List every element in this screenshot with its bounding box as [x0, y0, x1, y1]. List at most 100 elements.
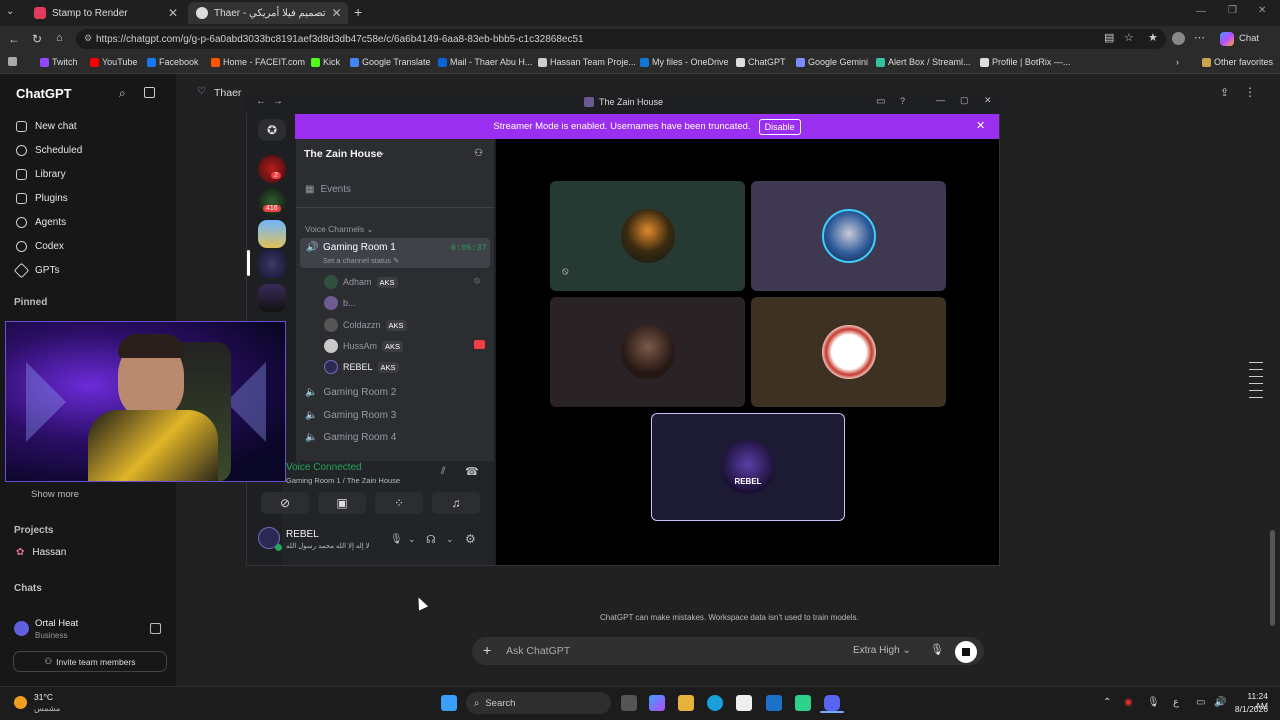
sidebar-toggle-icon[interactable]: [144, 87, 155, 98]
add-attachment-icon[interactable]: +: [483, 642, 491, 658]
server-icon[interactable]: [258, 155, 286, 183]
fav-faceit[interactable]: Home - FACEIT.com: [211, 57, 305, 67]
voice-channel-gaming-room-3[interactable]: 🔈 Gaming Room 3: [305, 410, 396, 421]
server-icon-zain-house[interactable]: [258, 250, 286, 278]
user-name[interactable]: Ortal Heat: [35, 618, 78, 629]
more-icon[interactable]: ⋯: [1194, 31, 1205, 44]
store-icon[interactable]: [736, 695, 752, 711]
copilot-chat-label[interactable]: Chat: [1239, 33, 1259, 44]
server-icon[interactable]: [258, 220, 286, 248]
voice-channel-gaming-room-2[interactable]: 🔈 Gaming Room 2: [305, 387, 396, 398]
user-avatar[interactable]: [14, 621, 29, 636]
voice-member[interactable]: Adham AKS: [324, 275, 398, 289]
voice-member-self[interactable]: REBEL AKS: [324, 360, 399, 374]
discord-close-icon[interactable]: ✕: [984, 95, 992, 106]
fav-gemini[interactable]: Google Gemini: [796, 57, 868, 67]
site-info-icon[interactable]: ⚙: [84, 33, 92, 44]
favorites-bar-icon[interactable]: [8, 57, 17, 66]
more-options-icon[interactable]: ⋮: [1244, 85, 1256, 99]
fav-more-chevron[interactable]: ›: [1176, 57, 1179, 67]
fav-alert-box[interactable]: Alert Box / Streaml...: [876, 57, 971, 67]
fav-botrix[interactable]: Profile | BotRix —...: [980, 57, 1070, 67]
close-tab-icon[interactable]: ✕: [332, 6, 342, 20]
weather-temp[interactable]: 31°C: [34, 692, 53, 702]
close-banner-icon[interactable]: ✕: [976, 119, 985, 132]
share-icon[interactable]: ⇪: [1220, 86, 1229, 99]
participant-tile[interactable]: [751, 297, 946, 407]
voice-location[interactable]: Gaming Room 1 / The Zain House: [286, 476, 400, 485]
other-favorites[interactable]: Other favorites: [1202, 57, 1273, 67]
voice-member[interactable]: Coldazzn AKS: [324, 318, 407, 332]
discord-home-icon[interactable]: ✪: [258, 119, 286, 141]
maximize-icon[interactable]: ❐: [1228, 5, 1237, 16]
search-icon[interactable]: ⌕: [119, 86, 126, 101]
headphones-icon[interactable]: ☊: [426, 533, 436, 546]
channel-status[interactable]: Set a channel status ✎: [323, 256, 399, 265]
app-icon[interactable]: [795, 695, 811, 711]
favorites-icon[interactable]: ★: [1148, 31, 1158, 44]
sidebar-item-agents[interactable]: Agents: [16, 217, 66, 228]
discord-forward-icon[interactable]: →: [273, 96, 283, 107]
self-username[interactable]: REBEL: [286, 529, 319, 540]
voice-channel-gaming-room-4[interactable]: 🔈 Gaming Room 4: [305, 432, 396, 443]
minimize-icon[interactable]: —: [1196, 6, 1206, 17]
activities-button[interactable]: ⁘: [375, 492, 423, 514]
chevron-down-icon[interactable]: ⌄: [446, 534, 454, 545]
clock-date[interactable]: 8/1/2026: [1234, 704, 1268, 714]
home-icon[interactable]: ⌂: [56, 32, 63, 44]
tab-list-icon[interactable]: ⌄: [6, 6, 20, 20]
page-title[interactable]: Thaer: [214, 87, 241, 99]
sidebar-item-codex[interactable]: Codex: [16, 241, 64, 252]
events-channel[interactable]: ▦ Events: [305, 184, 351, 195]
stop-generating-button[interactable]: [955, 641, 977, 663]
taskbar-search[interactable]: ⌕ Search: [466, 692, 611, 714]
reload-icon[interactable]: ↻: [32, 32, 42, 46]
participant-tile[interactable]: [550, 181, 745, 291]
tray-overflow-icon[interactable]: ⌃: [1103, 697, 1111, 708]
disconnect-icon[interactable]: ☎: [465, 465, 479, 478]
user-settings-icon[interactable]: ⚙: [465, 532, 476, 546]
outlook-icon[interactable]: [766, 695, 782, 711]
page-scrollbar[interactable]: [1270, 530, 1275, 626]
sidebar-item-new-chat[interactable]: New chat: [16, 121, 77, 132]
volume-icon[interactable]: 🔊: [1214, 697, 1226, 708]
file-explorer-icon[interactable]: [678, 695, 694, 711]
screen-share-button[interactable]: ▣: [318, 492, 366, 514]
fav-hassan-team[interactable]: Hassan Team Proje...: [538, 57, 636, 67]
favorite-star-icon[interactable]: ☆: [1124, 31, 1134, 44]
fav-chatgpt[interactable]: ChatGPT: [736, 57, 786, 67]
task-view-icon[interactable]: [621, 695, 637, 711]
participant-tile[interactable]: [751, 181, 946, 291]
camera-toggle-button[interactable]: ⊘: [261, 492, 309, 514]
tab-thaer[interactable]: Thaer - تصميم فيلا أمريكي ✕: [188, 2, 348, 24]
invite-team-button[interactable]: ⚇ Invite team members: [13, 651, 167, 672]
close-tab-icon[interactable]: ✕: [168, 6, 178, 20]
sidebar-item-library[interactable]: Library: [16, 169, 66, 180]
chevron-down-icon[interactable]: ⌄: [408, 534, 416, 545]
inbox-icon[interactable]: ▭: [876, 96, 885, 107]
edge-icon[interactable]: [707, 695, 723, 711]
copilot-icon[interactable]: [1220, 32, 1234, 46]
fav-onedrive[interactable]: My files - OneDrive: [640, 57, 729, 67]
sidebar-item-scheduled[interactable]: Scheduled: [16, 145, 82, 156]
fav-mail[interactable]: Mail - Thaer Abu H...: [438, 57, 532, 67]
new-tab-icon[interactable]: +: [354, 4, 362, 20]
discord-maximize-icon[interactable]: ▢: [960, 95, 969, 106]
project-hassan[interactable]: ✿ Hassan: [16, 547, 66, 558]
discord-taskbar-icon[interactable]: [824, 695, 840, 711]
tray-app-icon[interactable]: ◉: [1124, 697, 1133, 708]
show-more-link[interactable]: Show more: [31, 489, 79, 500]
fav-google-translate[interactable]: Google Translate: [350, 57, 431, 67]
voice-category[interactable]: Voice Channels ⌄: [305, 224, 374, 235]
input-language[interactable]: ع: [1173, 697, 1179, 708]
discord-back-icon[interactable]: ←: [256, 96, 266, 107]
scroll-minimap[interactable]: [1249, 362, 1263, 398]
soundboard-button[interactable]: ♫: [432, 492, 480, 514]
fav-twitch[interactable]: Twitch: [40, 57, 78, 67]
model-selector[interactable]: Extra High ⌄: [853, 645, 911, 656]
close-window-icon[interactable]: ✕: [1258, 5, 1266, 16]
noise-suppression-icon[interactable]: ⫽: [441, 466, 445, 477]
chat-input[interactable]: Ask ChatGPT: [506, 645, 570, 657]
back-icon[interactable]: ←: [8, 32, 20, 46]
server-name[interactable]: The Zain House: [304, 148, 382, 160]
